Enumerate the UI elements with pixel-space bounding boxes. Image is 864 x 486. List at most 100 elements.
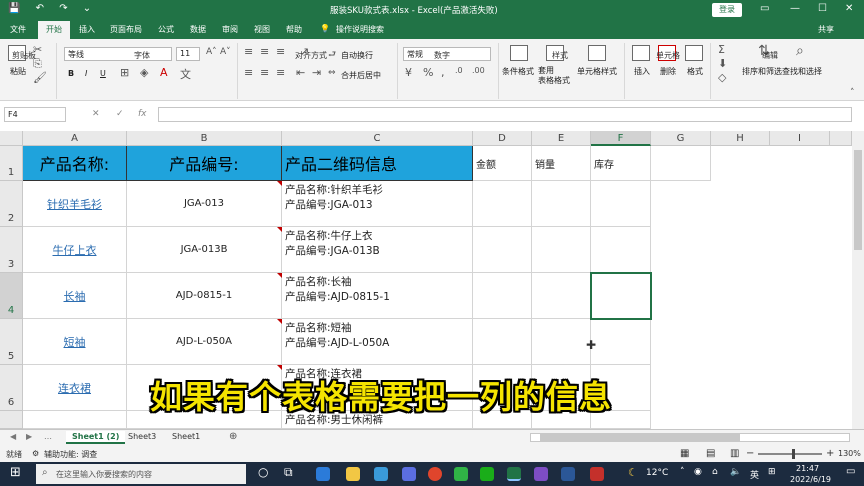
column-header[interactable]: D xyxy=(473,131,532,146)
chrome-icon[interactable] xyxy=(428,467,442,481)
tab-insert[interactable]: 插入 xyxy=(79,24,95,35)
find-select-icon[interactable]: ⌕ xyxy=(796,43,804,59)
zoom-out-icon[interactable]: − xyxy=(746,448,754,459)
conditional-format-button[interactable]: 条件格式 xyxy=(502,66,534,77)
zoom-in-icon[interactable]: + xyxy=(826,448,834,459)
wechat-work-icon[interactable] xyxy=(480,467,494,481)
input-method-icon[interactable]: ⊞ xyxy=(768,467,776,477)
zoom-slider[interactable] xyxy=(758,453,822,455)
edge-icon[interactable] xyxy=(316,467,330,481)
cell[interactable] xyxy=(591,181,651,227)
close-icon[interactable]: ✕ xyxy=(845,3,853,14)
header-cell-a[interactable]: 产品名称: xyxy=(23,146,127,181)
column-header[interactable]: H xyxy=(711,131,770,146)
cell[interactable] xyxy=(651,146,711,181)
horizontal-scrollbar-thumb[interactable] xyxy=(540,434,740,441)
row-header[interactable]: 3 xyxy=(0,227,23,273)
format-cells-icon[interactable] xyxy=(685,45,703,61)
column-header[interactable]: B xyxy=(127,131,282,146)
row-header[interactable]: 5 xyxy=(0,319,23,365)
column-header[interactable] xyxy=(830,131,852,146)
grow-font-icon[interactable]: A˄ xyxy=(206,47,217,57)
find-select-button[interactable]: 查找和选择 xyxy=(782,66,822,77)
font-size-select[interactable]: 11 xyxy=(176,47,200,61)
border-icon[interactable]: ⊞ xyxy=(120,66,129,79)
cell[interactable] xyxy=(473,181,532,227)
align-right-icon[interactable]: ≡ xyxy=(276,66,285,79)
cell-styles-icon[interactable] xyxy=(588,45,606,61)
tell-me-search[interactable]: 操作说明搜索 xyxy=(336,24,384,35)
page-break-view-icon[interactable]: ▥ xyxy=(730,448,739,459)
cell[interactable] xyxy=(473,319,532,365)
decrease-decimal-icon[interactable]: .00 xyxy=(472,66,485,75)
qr-info-cell[interactable]: 产品名称:针织羊毛衫 产品编号:JGA-013 xyxy=(282,181,473,227)
fill-color-icon[interactable]: ◈ xyxy=(140,66,148,79)
sheet-tab-sheet1[interactable]: Sheet1 xyxy=(166,431,206,444)
file-explorer-icon[interactable] xyxy=(346,467,360,481)
zoom-level[interactable]: 130% xyxy=(838,449,861,458)
cell[interactable] xyxy=(532,181,591,227)
sheet-tab-sheet3[interactable]: Sheet3 xyxy=(122,431,162,444)
cortana-icon[interactable]: ○ xyxy=(258,465,268,479)
network-icon[interactable]: ⌂ xyxy=(712,467,718,477)
page-layout-view-icon[interactable]: ▤ xyxy=(706,448,715,459)
store-icon[interactable] xyxy=(374,467,388,481)
formula-input[interactable] xyxy=(158,107,852,122)
tab-file[interactable]: 文件 xyxy=(10,24,26,35)
tab-home[interactable]: 开始 xyxy=(38,21,70,39)
taskbar-date[interactable]: 2022/6/19 xyxy=(790,475,831,484)
row-header[interactable]: 1 xyxy=(0,146,23,181)
cell[interactable] xyxy=(23,411,127,429)
product-name-cell[interactable]: 连衣裙 xyxy=(23,365,127,411)
zoom-slider-thumb[interactable] xyxy=(792,449,795,459)
currency-icon[interactable]: ¥ xyxy=(405,66,412,79)
wrap-text-icon[interactable]: ⮐ xyxy=(328,47,336,63)
format-cells-button[interactable]: 格式 xyxy=(687,66,703,77)
wrap-text-button[interactable]: 自动换行 xyxy=(341,50,373,61)
font-color-icon[interactable]: A xyxy=(160,66,168,79)
column-header[interactable]: A xyxy=(23,131,127,146)
cell[interactable] xyxy=(532,227,591,273)
excel-taskbar-icon[interactable] xyxy=(507,467,521,481)
cell[interactable] xyxy=(591,319,651,365)
ime-indicator[interactable]: 英 xyxy=(750,468,759,481)
italic-button[interactable]: I xyxy=(85,69,87,78)
taskbar-search-box[interactable]: 在这里输入你要搜索的内容 xyxy=(36,464,246,484)
column-header[interactable]: C xyxy=(282,131,473,146)
row-header[interactable] xyxy=(0,411,23,429)
align-center-icon[interactable]: ≡ xyxy=(260,66,269,79)
cell[interactable] xyxy=(473,273,532,319)
cell[interactable] xyxy=(473,227,532,273)
underline-button[interactable]: U xyxy=(100,69,106,78)
insert-cells-button[interactable]: 插入 xyxy=(634,66,650,77)
normal-view-icon[interactable]: ▦ xyxy=(680,448,689,459)
sheet-nav-left-icon[interactable]: ◀ xyxy=(10,432,16,441)
sheet-overflow-icon[interactable]: … xyxy=(44,432,52,441)
active-cell-f4[interactable] xyxy=(590,272,652,320)
comma-icon[interactable]: , xyxy=(441,66,445,79)
table-format-button[interactable]: 套用 表格格式 xyxy=(538,66,570,86)
product-code-cell[interactable]: JGA-013B xyxy=(127,227,282,273)
tab-data[interactable]: 数据 xyxy=(190,24,206,35)
header-cell-e[interactable]: 销量 xyxy=(532,146,591,181)
clear-icon[interactable]: ◇ xyxy=(718,71,726,84)
notification-icon[interactable]: ▭ xyxy=(846,466,855,477)
header-cell-d[interactable]: 金额 xyxy=(473,146,532,181)
product-code-cell[interactable]: AJD-0815-1 xyxy=(127,273,282,319)
accessibility-status[interactable]: 辅助功能: 调查 xyxy=(44,449,97,460)
tab-help[interactable]: 帮助 xyxy=(286,24,302,35)
tab-formulas[interactable]: 公式 xyxy=(158,24,174,35)
merge-center-button[interactable]: 合并后居中 xyxy=(341,70,381,81)
row-header[interactable]: 4 xyxy=(0,273,23,319)
weather-temp[interactable]: 12°C xyxy=(646,468,668,478)
visual-studio-icon[interactable] xyxy=(534,467,548,481)
tray-chevron-icon[interactable]: ˄ xyxy=(680,467,685,477)
fill-icon[interactable]: ⬇ xyxy=(718,57,727,70)
format-painter-icon[interactable]: 🖌 xyxy=(33,71,47,84)
qr-info-cell[interactable]: 产品名称:牛仔上衣 产品编号:JGA-013B xyxy=(282,227,473,273)
product-code-cell[interactable]: AJD-L-050A xyxy=(127,319,282,365)
column-header[interactable]: I xyxy=(770,131,830,146)
insert-function-icon[interactable]: fx xyxy=(138,109,147,119)
font-name-select[interactable]: 等线 xyxy=(64,47,172,61)
maximize-icon[interactable]: ☐ xyxy=(818,3,827,14)
